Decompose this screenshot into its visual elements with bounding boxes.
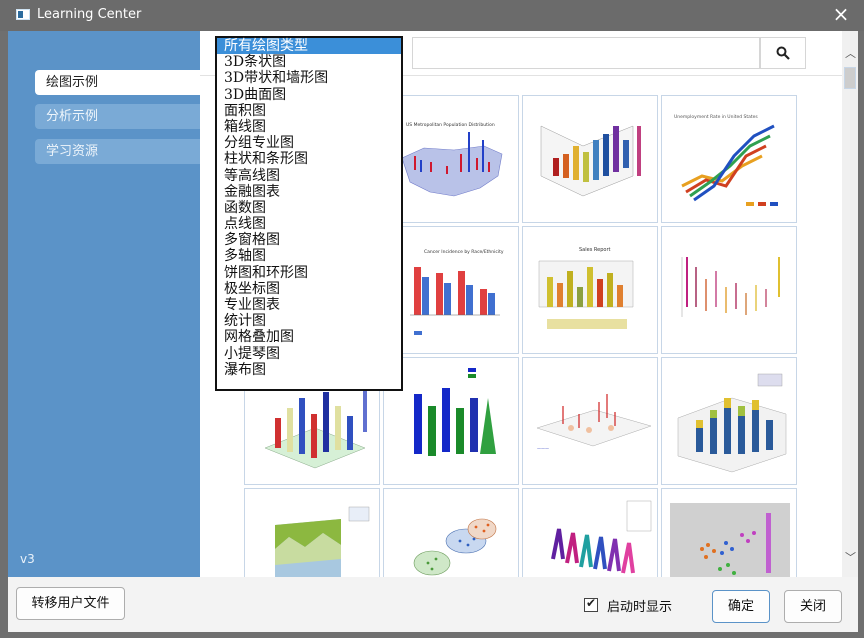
sidebar-item-learning-resources[interactable]: 学习资源 — [35, 139, 200, 164]
show-on-startup-label: 启动时显示 — [607, 600, 673, 615]
dropdown-option[interactable]: 小提琴图 — [217, 346, 401, 362]
thumbnail-title: Sales Report — [579, 247, 611, 253]
dropdown-option-all[interactable]: 所有绘图类型 — [217, 38, 401, 55]
dropdown-option[interactable]: 饼图和环形图 — [217, 265, 401, 281]
scrollbar-thumb[interactable] — [844, 67, 856, 89]
plot-type-dropdown[interactable]: 所有绘图类型 3D条状图 3D带状和墙形图 3D曲面图 面积图 箱线图 分组专业… — [215, 36, 403, 391]
dropdown-option[interactable]: 统计图 — [217, 313, 401, 329]
thumbnail-3d-cone-bars[interactable] — [383, 357, 519, 485]
transfer-user-files-button[interactable]: 转移用户文件 — [16, 587, 125, 620]
dropdown-option[interactable]: 柱状和条形图 — [217, 151, 401, 167]
thumbnail-us-population-map[interactable]: US Metropolitan Population Distribution — [383, 95, 519, 223]
window-title: Learning Center — [37, 7, 142, 22]
sidebar-item-analysis-examples[interactable]: 分析示例 — [35, 104, 200, 129]
app-icon — [16, 9, 30, 20]
dropdown-option[interactable]: 3D曲面图 — [217, 87, 401, 103]
ok-button[interactable]: 确定 — [712, 590, 770, 623]
thumbnail-3d-waterfall-surface[interactable]: ——— — [522, 357, 658, 485]
search-input[interactable] — [412, 37, 760, 69]
dropdown-option[interactable]: 等高线图 — [217, 168, 401, 184]
dropdown-option[interactable]: 多轴图 — [217, 248, 401, 264]
show-on-startup-checkbox[interactable] — [584, 596, 598, 612]
dropdown-option[interactable]: 瀑布图 — [217, 362, 401, 378]
search-icon — [776, 46, 790, 60]
thumbnail-title: Cancer Incidence by Race/Ethnicity — [424, 249, 504, 255]
dropdown-option[interactable]: 函数图 — [217, 200, 401, 216]
window-border — [858, 31, 864, 638]
thumbnail-title: Unemployment Rate in United States — [674, 114, 758, 120]
dropdown-option[interactable]: 箱线图 — [217, 119, 401, 135]
vertical-scrollbar[interactable]: ︿ ﹀ — [842, 31, 858, 577]
version-label: v3 — [20, 552, 35, 566]
dropdown-option[interactable]: 多窗格图 — [217, 232, 401, 248]
title-bar: Learning Center × — [0, 0, 864, 31]
dropdown-option[interactable]: 极坐标图 — [217, 281, 401, 297]
sidebar: 绘图示例 分析示例 学习资源 v3 — [8, 31, 200, 577]
scroll-up-icon[interactable]: ︿ — [845, 45, 856, 61]
thumbnail-3d-stacked-cylinders[interactable] — [661, 357, 797, 485]
thumbnail-unemployment-3d-ribbons[interactable]: Unemployment Rate in United States — [661, 95, 797, 223]
scroll-down-icon[interactable]: ﹀ — [845, 549, 856, 565]
dropdown-option[interactable]: 3D条状图 — [217, 54, 401, 70]
thumbnail-sales-report-3d-bars[interactable]: Sales Report — [522, 226, 658, 354]
thumbnail-title: US Metropolitan Population Distribution — [406, 122, 495, 128]
dropdown-option[interactable]: 分组专业图 — [217, 135, 401, 151]
dropdown-option[interactable]: 面积图 — [217, 103, 401, 119]
sidebar-item-plot-examples[interactable]: 绘图示例 — [35, 70, 200, 95]
dropdown-option[interactable]: 3D带状和墙形图 — [217, 70, 401, 86]
search-button[interactable] — [760, 37, 806, 69]
close-icon[interactable]: × — [830, 3, 852, 25]
thumbnail-3d-bars-colormap[interactable] — [522, 95, 658, 223]
dropdown-option[interactable]: 网格叠加图 — [217, 329, 401, 345]
thumbnail-cancer-incidence-bars[interactable]: Cancer Incidence by Race/Ethnicity — [383, 226, 519, 354]
dropdown-option[interactable]: 点线图 — [217, 216, 401, 232]
close-button[interactable]: 关闭 — [784, 590, 842, 623]
dropdown-option[interactable]: 金融图表 — [217, 184, 401, 200]
thumbnail-3d-scatter-drops[interactable] — [661, 226, 797, 354]
svg-text:———: ——— — [537, 446, 549, 451]
dropdown-option[interactable]: 专业图表 — [217, 297, 401, 313]
